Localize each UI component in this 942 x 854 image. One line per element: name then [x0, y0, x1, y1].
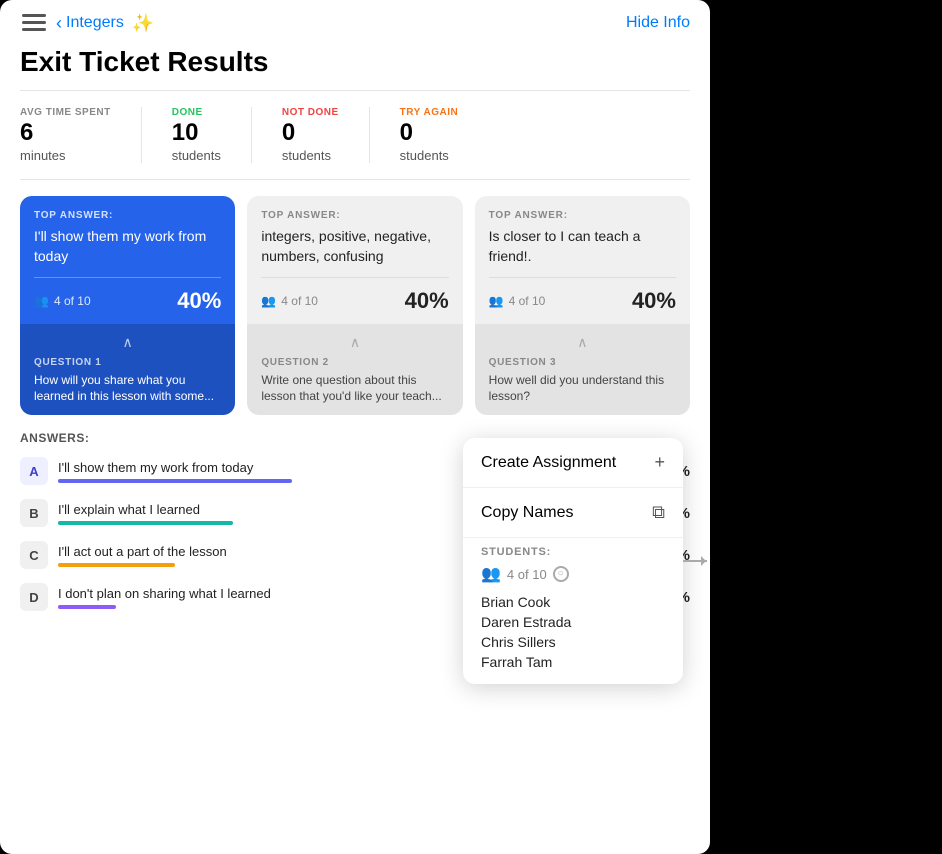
card-3-count: 👥 4 of 10	[489, 294, 546, 308]
card-1[interactable]: TOP ANSWER: I'll show them my work from …	[20, 196, 235, 415]
answer-letter-c: C	[20, 541, 48, 569]
stat-done-label: DONE	[172, 107, 221, 118]
stat-not-done-label: NOT DONE	[282, 107, 339, 118]
people-icon-1: 👥	[34, 294, 49, 308]
stat-done-unit: students	[172, 148, 221, 163]
card-1-top: TOP ANSWER: I'll show them my work from …	[20, 196, 235, 276]
student-name-1: Brian Cook	[481, 592, 665, 612]
create-assignment-label: Create Assignment	[481, 454, 616, 472]
plus-icon: +	[654, 452, 665, 473]
card-2-q-label: QUESTION 2	[261, 357, 448, 368]
card-3-q-label: QUESTION 3	[489, 357, 676, 368]
card-1-answer: I'll show them my work from today	[34, 227, 221, 266]
answer-bar-c	[58, 563, 175, 567]
students-people-icon: 👥	[481, 564, 501, 584]
header-left: ‹ Integers ✨	[20, 12, 154, 34]
page-title: Exit Ticket Results	[0, 42, 710, 90]
card-1-bottom: ∧ QUESTION 1 How will you share what you…	[20, 324, 235, 416]
cards-row: TOP ANSWER: I'll show them my work from …	[0, 196, 710, 431]
card-3-top: TOP ANSWER: Is closer to I can teach a f…	[475, 196, 690, 276]
student-name-4: Farrah Tam	[481, 652, 665, 672]
students-label: STUDENTS:	[481, 546, 665, 558]
stat-done: DONE 10 students	[172, 107, 252, 163]
student-name-3: Chris Sillers	[481, 632, 665, 652]
card-2-stats: 👥 4 of 10 40%	[247, 278, 462, 324]
back-chevron-icon: ‹	[56, 13, 62, 34]
card-1-pct: 40%	[177, 288, 221, 314]
answer-letter-a: A	[20, 457, 48, 485]
back-label: Integers	[66, 14, 124, 32]
card-1-stats: 👥 4 of 10 40%	[20, 278, 235, 324]
card-3[interactable]: TOP ANSWER: Is closer to I can teach a f…	[475, 196, 690, 415]
stat-try-again-unit: students	[400, 148, 459, 163]
card-1-count: 👥 4 of 10	[34, 294, 91, 308]
card-3-chevron-icon: ∧	[489, 334, 676, 351]
card-2-chevron-icon: ∧	[261, 334, 448, 351]
stat-avg-time-unit: minutes	[20, 148, 111, 163]
answer-bar-d	[58, 605, 116, 609]
card-2-top-label: TOP ANSWER:	[261, 210, 448, 221]
student-name-2: Daren Estrada	[481, 612, 665, 632]
back-button[interactable]: ‹ Integers	[56, 13, 124, 34]
stat-avg-time-label: AVG TIME SPENT	[20, 107, 111, 118]
students-section: STUDENTS: 👥 4 of 10 ○ Brian Cook Daren E…	[463, 546, 683, 684]
card-2-q-text: Write one question about this lesson tha…	[261, 372, 448, 406]
stat-not-done-unit: students	[282, 148, 339, 163]
stat-try-again: TRY AGAIN 0 students	[400, 107, 489, 163]
stat-try-again-value: 0	[400, 120, 459, 146]
stat-try-again-label: TRY AGAIN	[400, 107, 459, 118]
copy-icon: ⧉	[652, 502, 665, 523]
copy-names-label: Copy Names	[481, 504, 573, 522]
card-2-pct: 40%	[405, 288, 449, 314]
card-2-count: 👥 4 of 10	[261, 294, 318, 308]
card-3-top-label: TOP ANSWER:	[489, 210, 676, 221]
main-panel: ‹ Integers ✨ Hide Info Exit Ticket Resul…	[0, 0, 710, 854]
popup-menu: Create Assignment + Copy Names ⧉ STUDENT…	[463, 438, 683, 684]
info-icon: ○	[553, 566, 569, 582]
card-2-bottom: ∧ QUESTION 2 Write one question about th…	[247, 324, 462, 416]
people-icon-2: 👥	[261, 294, 276, 308]
sidebar-toggle-button[interactable]	[20, 12, 48, 34]
card-3-q-text: How well did you understand this lesson?	[489, 372, 676, 406]
popup-arrow	[683, 560, 707, 562]
card-3-answer: Is closer to I can teach a friend!.	[489, 227, 676, 266]
card-1-q-label: QUESTION 1	[34, 357, 221, 368]
card-1-q-text: How will you share what you learned in t…	[34, 372, 221, 406]
sparkle-icon: ✨	[132, 13, 154, 34]
answer-bar-a	[58, 479, 292, 483]
stat-not-done-value: 0	[282, 120, 339, 146]
card-1-top-label: TOP ANSWER:	[34, 210, 221, 221]
answer-bar-b	[58, 521, 233, 525]
card-2-answer: integers, positive, negative, numbers, c…	[261, 227, 448, 266]
card-2[interactable]: TOP ANSWER: integers, positive, negative…	[247, 196, 462, 415]
create-assignment-item[interactable]: Create Assignment +	[463, 438, 683, 488]
stat-not-done: NOT DONE 0 students	[282, 107, 370, 163]
card-1-chevron-icon: ∧	[34, 334, 221, 351]
students-count: 4 of 10	[507, 567, 547, 582]
answer-letter-b: B	[20, 499, 48, 527]
divider-2	[20, 179, 690, 180]
people-icon-3: 👥	[489, 294, 504, 308]
hide-info-button[interactable]: Hide Info	[626, 14, 690, 32]
card-3-pct: 40%	[632, 288, 676, 314]
card-2-top: TOP ANSWER: integers, positive, negative…	[247, 196, 462, 276]
students-count-row: 👥 4 of 10 ○	[481, 564, 665, 584]
stat-done-value: 10	[172, 120, 221, 146]
card-3-bottom: ∧ QUESTION 3 How well did you understand…	[475, 324, 690, 416]
card-3-stats: 👥 4 of 10 40%	[475, 278, 690, 324]
stat-avg-time-value: 6	[20, 120, 111, 146]
stats-row: AVG TIME SPENT 6 minutes DONE 10 student…	[0, 91, 710, 179]
header: ‹ Integers ✨ Hide Info	[0, 0, 710, 42]
stat-avg-time: AVG TIME SPENT 6 minutes	[20, 107, 142, 163]
copy-names-item[interactable]: Copy Names ⧉	[463, 488, 683, 538]
answer-letter-d: D	[20, 583, 48, 611]
